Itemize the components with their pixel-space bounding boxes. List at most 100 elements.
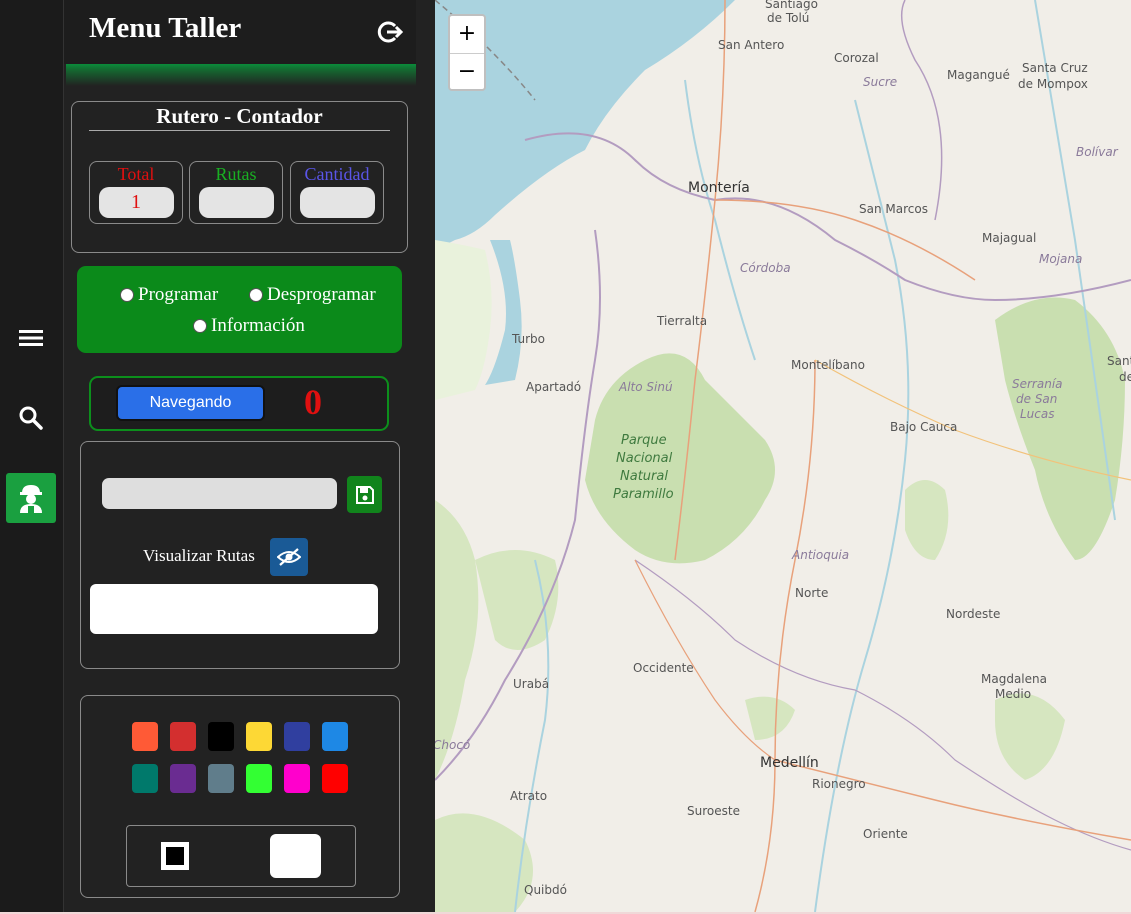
- map-label: Antioquia: [792, 548, 850, 562]
- logout-icon: [377, 21, 404, 43]
- color-swatch[interactable]: [322, 722, 348, 751]
- counter-rutas-label: Rutas: [215, 164, 257, 184]
- map-label: Bolívar: [1076, 145, 1118, 159]
- radio-button[interactable]: [193, 319, 207, 333]
- map-view[interactable]: Santiago de Tolú San Antero Corozal Sucr…: [435, 0, 1131, 912]
- counter-total-label: Total: [117, 164, 155, 184]
- map-label: Turbo: [512, 332, 546, 346]
- radio-button[interactable]: [249, 288, 263, 302]
- map-label: Corozal: [834, 51, 879, 65]
- color-swatch[interactable]: [208, 722, 234, 751]
- map-label: Santa Cruz: [1022, 61, 1088, 75]
- color-palette-box: [80, 695, 400, 898]
- navegando-button[interactable]: Navegando: [116, 385, 265, 421]
- map-label: Occidente: [633, 661, 694, 675]
- color-swatch[interactable]: [132, 722, 158, 751]
- map-label: Atrato: [510, 789, 548, 803]
- map-label: Sant: [1107, 354, 1131, 368]
- route-name-input[interactable]: [102, 478, 337, 509]
- map-label: Oriente: [863, 827, 908, 841]
- eye-slash-icon: [277, 548, 301, 566]
- map-background: [435, 0, 1131, 912]
- radio-programar-label: Programar: [138, 284, 219, 305]
- map-label: Lucas: [1020, 407, 1055, 421]
- counter-cantidad-label: Cantidad: [304, 164, 370, 184]
- map-label: Medellín: [760, 755, 819, 771]
- map-label: Bajo Cauca: [890, 420, 958, 434]
- map-label: de Mompox: [1018, 77, 1088, 91]
- counter-cantidad-value: [299, 187, 375, 218]
- stroke-square-icon[interactable]: [161, 842, 189, 870]
- map-label: Natural: [620, 469, 668, 484]
- navigation-box: Navegando 0: [89, 376, 389, 431]
- map-label: Rionegro: [812, 777, 866, 791]
- radio-informacion-label: Información: [211, 315, 305, 336]
- map-label: Magdalena: [981, 672, 1047, 686]
- tool-box: [126, 825, 356, 887]
- zoom-in-button[interactable]: +: [450, 16, 484, 54]
- map-label: Córdoba: [740, 261, 791, 275]
- logout-button[interactable]: [376, 18, 404, 46]
- counter-rutas-value: [198, 187, 274, 218]
- counter-total-value: 1: [98, 187, 174, 218]
- routes-field[interactable]: [90, 584, 378, 634]
- radio-informacion[interactable]: Información: [193, 315, 305, 337]
- map-label: Paramillo: [613, 487, 674, 502]
- map-label: Medio: [995, 687, 1032, 701]
- icon-rail: [0, 0, 64, 914]
- mode-radio-group: Programar Desprogramar Información: [77, 266, 402, 353]
- workshop-button[interactable]: [6, 473, 56, 523]
- save-icon: [355, 485, 374, 504]
- search-icon: [19, 406, 43, 430]
- navigation-count: 0: [304, 382, 322, 422]
- menu-icon: [19, 330, 43, 346]
- color-swatch[interactable]: [246, 722, 272, 751]
- counter-cantidad: Cantidad: [290, 161, 384, 224]
- toggle-visibility-button[interactable]: [270, 538, 308, 576]
- radio-desprogramar-label: Desprogramar: [267, 284, 376, 305]
- radio-button[interactable]: [120, 288, 134, 302]
- map-label: Nordeste: [946, 607, 1001, 621]
- color-swatch[interactable]: [170, 764, 196, 793]
- color-swatch[interactable]: [246, 764, 272, 793]
- map-label: Serranía: [1012, 377, 1063, 391]
- map-label: Santiago: [765, 0, 818, 11]
- color-swatch[interactable]: [284, 764, 310, 793]
- zoom-out-button[interactable]: −: [450, 54, 484, 91]
- map-label: Quibdó: [524, 883, 567, 897]
- counter-divider: [89, 130, 390, 131]
- save-button[interactable]: [347, 476, 382, 513]
- menu-panel: Menu Taller Rutero - Contador Total 1 Ru…: [64, 0, 435, 914]
- map-label: Montelíbano: [791, 358, 865, 372]
- color-swatch[interactable]: [170, 722, 196, 751]
- map-label: de Tolú: [767, 11, 810, 25]
- map-label: Parque: [621, 433, 667, 448]
- map-label: Apartadó: [526, 380, 582, 394]
- counter-box: Rutero - Contador Total 1 Rutas Cantidad: [71, 101, 408, 253]
- map-label: Majagual: [982, 231, 1037, 245]
- map-label: Urabá: [513, 677, 550, 691]
- panel-title: Menu Taller: [89, 12, 242, 44]
- color-swatch[interactable]: [322, 764, 348, 793]
- map-label: Nacional: [616, 451, 673, 466]
- routes-box: Visualizar Rutas: [80, 441, 400, 669]
- map-label: Mojana: [1039, 252, 1083, 266]
- map-label: Alto Sinú: [619, 380, 673, 394]
- color-swatch[interactable]: [284, 722, 310, 751]
- color-swatch[interactable]: [208, 764, 234, 793]
- map-label: Magangué: [947, 68, 1010, 82]
- search-button[interactable]: [6, 393, 56, 443]
- counter-total: Total 1: [89, 161, 183, 224]
- counter-title: Rutero - Contador: [156, 104, 323, 128]
- radio-desprogramar[interactable]: Desprogramar: [249, 284, 376, 306]
- map-label: Suroeste: [687, 804, 740, 818]
- map-label: San Marcos: [859, 202, 928, 216]
- selected-color-swatch[interactable]: [270, 834, 321, 878]
- map-label: Sucre: [863, 75, 898, 89]
- radio-programar[interactable]: Programar: [120, 284, 218, 306]
- map-label: de San: [1016, 392, 1058, 406]
- color-swatch[interactable]: [132, 764, 158, 793]
- map-label: Tierralta: [657, 314, 708, 328]
- map-label: de: [1119, 370, 1131, 384]
- menu-button[interactable]: [6, 313, 56, 363]
